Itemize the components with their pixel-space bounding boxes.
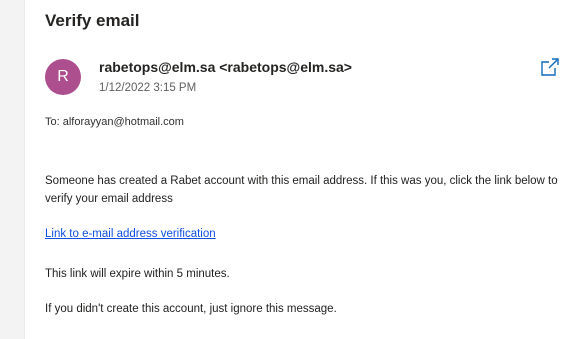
email-datetime: 1/12/2022 3:15 PM <box>99 82 197 94</box>
body-paragraph-3: If you didn't create this account, just … <box>45 303 337 315</box>
body-paragraph-1: Someone has created a Rabet account with… <box>45 175 558 205</box>
to-recipients: To: alforayyan@hotmail.com <box>45 116 184 128</box>
open-in-new-window-button[interactable] <box>539 56 561 78</box>
sender-avatar[interactable]: R <box>45 59 81 95</box>
email-subject: Verify email <box>45 11 140 30</box>
avatar-letter: R <box>57 68 69 85</box>
sender-name[interactable]: rabetops@elm.sa <rabetops@elm.sa> <box>99 59 352 75</box>
open-in-new-window-icon <box>541 58 559 76</box>
email-reading-pane: Verify email R rabetops@elm.sa <rabetops… <box>24 0 587 339</box>
verification-link[interactable]: Link to e-mail address verification <box>45 228 216 240</box>
email-page: Verify email R rabetops@elm.sa <rabetops… <box>0 0 587 339</box>
body-paragraph-2: This link will expire within 5 minutes. <box>45 268 230 280</box>
